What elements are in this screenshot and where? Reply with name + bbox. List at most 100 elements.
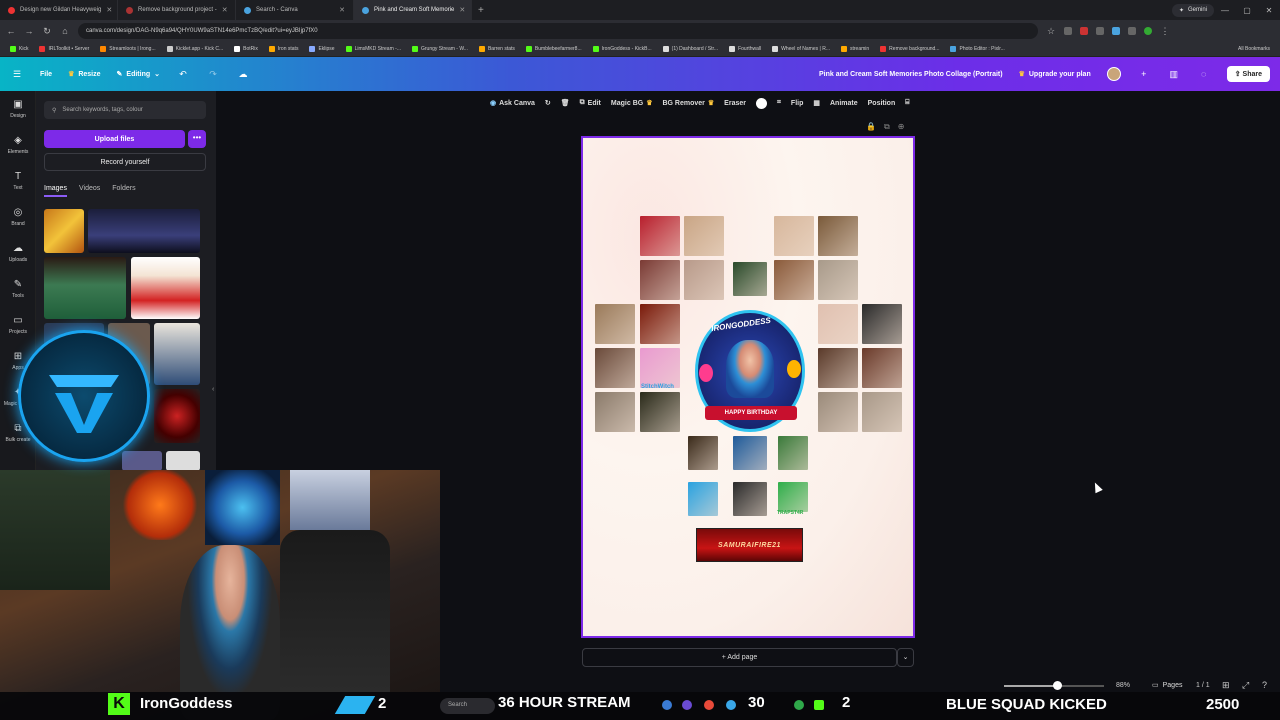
upload-files-button[interactable]: Upload files	[44, 130, 185, 148]
search-input[interactable]: ⚲ Search keywords, tags, colour	[44, 101, 206, 119]
chevron-down-icon[interactable]: ⌄	[897, 648, 914, 667]
menu-icon[interactable]: ☰	[10, 69, 24, 80]
menu-dots-icon[interactable]: ⋮	[1160, 26, 1170, 37]
browser-tab[interactable]: Search - Canva ✕	[236, 0, 354, 20]
extension-icon[interactable]	[1128, 27, 1136, 35]
add-page-icon[interactable]: ⊕	[898, 122, 905, 132]
close-tab-icon[interactable]: ✕	[106, 6, 112, 14]
design-page[interactable]: IRONGODDESS HAPPY BIRTHDAY StitchWitch T…	[581, 136, 915, 638]
magic-bg-button[interactable]: Magic BG ♛	[611, 99, 653, 108]
tab-videos[interactable]: Videos	[79, 185, 100, 197]
collage-photo[interactable]	[862, 392, 902, 432]
bookmark-item[interactable]: BotRix	[234, 46, 258, 52]
taskbar-app-icon[interactable]	[662, 700, 672, 710]
bg-remover-button[interactable]: BG Remover ♛	[662, 99, 714, 108]
collage-photo[interactable]	[774, 260, 814, 300]
extension-icon[interactable]	[1096, 27, 1104, 35]
rail-item-tools[interactable]: ✎ Tools	[0, 271, 36, 307]
edit-button[interactable]: ⧉ Edit	[580, 99, 601, 107]
flip-button[interactable]: Flip	[791, 100, 803, 107]
star-icon[interactable]: ☆	[1046, 26, 1056, 37]
collage-photo[interactable]	[862, 304, 902, 344]
duplicate-page-icon[interactable]: ⧉	[884, 122, 890, 132]
lock-icon[interactable]: 🔒	[866, 122, 876, 132]
help-icon[interactable]: ?	[1262, 680, 1267, 690]
animate-button[interactable]: Animate	[830, 100, 858, 107]
collage-photo[interactable]	[862, 348, 902, 388]
bookmark-item[interactable]: Barren stats	[478, 46, 515, 52]
bookmark-item[interactable]: Bumblebeefarmer8...	[525, 46, 582, 52]
bookmark-item[interactable]: IRLToolkit • Server	[39, 46, 89, 52]
collage-photo[interactable]	[640, 216, 680, 256]
replace-icon[interactable]: ↻	[545, 99, 551, 107]
collage-photo[interactable]	[640, 348, 680, 388]
zoom-level[interactable]: 88%	[1116, 682, 1130, 689]
taskbar-app-icon[interactable]	[814, 700, 824, 710]
add-collaborator-icon[interactable]: +	[1137, 69, 1151, 79]
redo-icon[interactable]: ↷	[206, 69, 220, 80]
collage-photo[interactable]	[640, 260, 680, 300]
collage-photo[interactable]	[778, 482, 808, 512]
upload-thumbnail[interactable]	[44, 209, 84, 253]
profile-icon[interactable]	[1144, 27, 1152, 35]
taskbar-app-icon[interactable]	[704, 700, 714, 710]
rail-item-uploads[interactable]: ☁ Uploads	[0, 235, 36, 271]
upload-thumbnail[interactable]	[131, 257, 200, 319]
ask-canva-button[interactable]: ◉ Ask Canva	[490, 99, 535, 108]
pages-button[interactable]: ▭ Pages	[1152, 681, 1182, 690]
maximize-icon[interactable]: ▢	[1236, 6, 1258, 15]
comment-icon[interactable]: ◌	[1197, 69, 1211, 79]
collage-photo[interactable]	[818, 348, 858, 388]
rail-item-text[interactable]: T Text	[0, 163, 36, 199]
rail-item-elements[interactable]: ◈ Elements	[0, 127, 36, 163]
bookmark-item[interactable]: Grungy Stream - W...	[411, 46, 468, 52]
paint-format-icon[interactable]: ⌸	[905, 99, 909, 107]
gemini-button[interactable]: ✦ Gemini	[1171, 3, 1214, 17]
all-bookmarks[interactable]: All Bookmarks	[1238, 46, 1270, 52]
bookmark-item[interactable]: Kicklet.app - Kick C...	[166, 46, 223, 52]
tab-folders[interactable]: Folders	[112, 185, 135, 197]
collage-photo[interactable]	[733, 262, 767, 296]
file-menu[interactable]: File	[40, 71, 52, 78]
collage-photo[interactable]	[688, 436, 718, 470]
eraser-button[interactable]: Eraser	[724, 100, 746, 107]
browser-tab[interactable]: Design new Gildan Heavyweig ✕	[0, 0, 118, 20]
upload-thumbnail[interactable]	[166, 451, 200, 471]
resize-button[interactable]: ♛ Resize	[68, 70, 100, 79]
reload-icon[interactable]: ↻	[42, 26, 52, 37]
bookmark-item[interactable]: Streamloots | Irong...	[100, 46, 156, 52]
taskbar-app-icon[interactable]	[794, 700, 804, 710]
collage-photo[interactable]	[595, 304, 635, 344]
collage-photo[interactable]	[818, 260, 858, 300]
collage-photo[interactable]	[684, 216, 724, 256]
upload-thumbnail[interactable]	[44, 257, 126, 319]
grid-view-icon[interactable]: ⊞	[1222, 680, 1230, 691]
bookmark-item[interactable]: LimsMKD Stream -...	[345, 46, 401, 52]
collage-photo[interactable]	[684, 260, 724, 300]
forward-icon[interactable]: →	[24, 26, 34, 36]
taskbar-search[interactable]: Search	[440, 698, 495, 714]
bookmark-item[interactable]: Kick	[10, 46, 28, 52]
collage-photo[interactable]	[595, 392, 635, 432]
document-title[interactable]: Pink and Cream Soft Memories Photo Colla…	[819, 71, 1003, 78]
upload-thumbnail[interactable]	[88, 209, 200, 253]
bookmark-item[interactable]: streamin	[840, 46, 869, 52]
zoom-slider-handle[interactable]	[1053, 681, 1062, 690]
collage-photo[interactable]	[733, 436, 767, 470]
transparency-icon[interactable]: ▦	[813, 99, 820, 107]
bookmark-item[interactable]: IronGoddess - KickB...	[592, 46, 652, 52]
bookmark-item[interactable]: Remove background...	[880, 46, 939, 52]
editing-mode-button[interactable]: ✎ Editing ⌄	[117, 70, 160, 79]
rail-item-brand[interactable]: ◎ Brand	[0, 199, 36, 235]
undo-icon[interactable]: ↶	[176, 69, 190, 80]
collage-photo[interactable]	[595, 348, 635, 388]
position-button[interactable]: Position	[868, 100, 896, 107]
crop-icon[interactable]: ⌗	[777, 99, 781, 107]
collage-photo[interactable]	[688, 482, 718, 516]
samurai-banner[interactable]: SAMURAIFIRE21	[696, 528, 803, 562]
bookmark-item[interactable]: Wheel of Names | R...	[772, 46, 830, 52]
minimize-icon[interactable]: —	[1214, 6, 1236, 15]
back-icon[interactable]: ←	[6, 26, 16, 36]
bookmark-item[interactable]: Eklipse	[309, 46, 335, 52]
trash-icon[interactable]: 🗑	[561, 99, 570, 107]
